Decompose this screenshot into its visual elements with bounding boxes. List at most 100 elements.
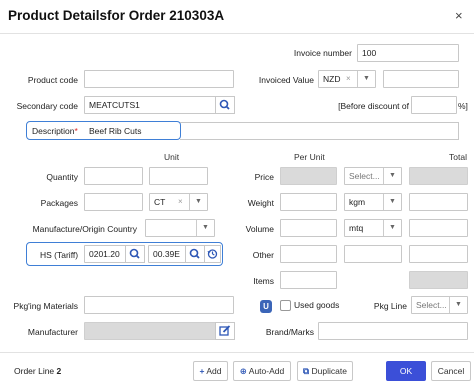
currency-select[interactable]: NZD × ▼ [318,70,376,88]
manufacture-origin-label: Manufacture/Origin Country [32,224,137,234]
unit-column-header: Unit [164,152,180,162]
items-total [409,271,468,289]
hs-code-search-button[interactable] [125,245,145,263]
manufacturer-input [84,322,216,340]
pkging-materials-input[interactable] [84,296,234,314]
packages-unit-value: CT [154,197,166,207]
items-label: Items [253,276,274,286]
invoice-number-label: Invoice number [293,48,352,58]
add-button-label: Add [206,366,222,376]
order-line-label: Order Line [14,366,55,376]
invoiced-value-label: Invoiced Value [258,75,314,85]
items-input[interactable] [280,271,337,289]
volume-label: Volume [245,224,274,234]
discount-input[interactable] [411,96,457,114]
auto-add-button[interactable]: ⊕ Auto-Add [233,361,291,381]
search-icon [129,248,140,259]
per-unit-column-header: Per Unit [294,152,325,162]
weight-label: Weight [247,198,274,208]
weight-unit-select[interactable]: kgm ▼ [344,193,402,211]
description-label: Description* [32,126,78,136]
chevron-down-icon[interactable]: ▼ [196,220,214,236]
brand-marks-input[interactable] [318,322,468,340]
hs-code-input[interactable]: 0201.20 [84,245,126,263]
volume-total[interactable] [409,219,468,237]
chevron-down-icon[interactable]: ▼ [357,71,375,87]
pkging-materials-label: Pkg'ing Materials [13,301,78,311]
product-code-input[interactable] [84,70,234,88]
description-label-text: Description [32,126,75,136]
add-button[interactable]: + Add [193,361,228,381]
packages-unit-select[interactable]: CT × ▼ [149,193,208,211]
used-goods-checkbox[interactable] [280,300,291,311]
chevron-down-icon[interactable]: ▼ [383,194,401,210]
discount-label: [Before discount of [338,101,409,111]
plus-icon: + [199,366,205,376]
quantity-label: Quantity [46,172,78,182]
plus-circle-icon: ⊕ [239,366,247,376]
secondary-code-input[interactable]: MEATCUTS1 [84,96,216,114]
pkg-line-label: Pkg Line [373,301,407,311]
discount-suffix: %] [458,101,468,111]
other-input[interactable] [280,245,337,263]
chevron-down-icon[interactable]: ▼ [383,168,401,184]
used-goods-label: Used goods [294,300,340,310]
pkg-line-select[interactable]: Select... ▼ [411,296,468,314]
other-unit-input[interactable] [344,245,402,263]
currency-value: NZD [323,74,341,84]
manufacturer-edit-button[interactable] [215,322,235,340]
total-column-header: Total [449,152,467,162]
hs-tariff-label: HS (Tariff) [40,250,79,260]
clear-currency-icon[interactable]: × [346,71,351,87]
invoiced-value-input[interactable] [383,70,459,88]
duplicate-button[interactable]: ⧉ Duplicate [297,361,353,381]
secondary-code-search-button[interactable] [215,96,235,114]
weight-input[interactable] [280,193,337,211]
history-icon [207,249,218,259]
hs-history-button[interactable] [204,245,221,263]
close-icon[interactable]: × [455,8,463,23]
secondary-code-label: Secondary code [16,101,78,111]
chevron-down-icon[interactable]: ▼ [383,220,401,236]
weight-unit-value: kgm [349,197,366,207]
brand-marks-label: Brand/Marks [265,327,314,337]
volume-input[interactable] [280,219,337,237]
price-select-placeholder: Select... [349,171,380,181]
order-line-number: 2 [56,366,62,376]
ok-button[interactable]: OK [386,361,426,381]
hs-statistical-search-button[interactable] [185,245,205,263]
chevron-down-icon[interactable]: ▼ [189,194,207,210]
other-total[interactable] [409,245,468,263]
dialog-title: Product Detailsfor Order 210303A [8,8,225,23]
auto-add-button-label: Auto-Add [248,366,285,376]
price-input [280,167,337,185]
order-line-indicator: Order Line 2 [14,366,61,376]
price-currency-select[interactable]: Select... ▼ [344,167,402,185]
volume-unit-value: mtq [349,223,364,233]
chevron-down-icon[interactable]: ▼ [449,297,467,313]
duplicate-button-label: Duplicate [311,366,347,376]
copy-icon: ⧉ [303,366,310,376]
price-total [409,167,468,185]
manufacturer-label: Manufacturer [27,327,78,337]
product-code-label: Product code [27,75,78,85]
cancel-button[interactable]: Cancel [431,361,471,381]
quantity-input[interactable] [84,167,143,185]
pkg-line-placeholder: Select... [416,300,447,310]
search-icon [189,248,200,259]
packages-label: Packages [40,198,78,208]
origin-country-select[interactable]: ▼ [145,219,215,237]
clear-unit-icon[interactable]: × [178,194,183,210]
hs-statistical-code-input[interactable]: 00.39E [148,245,186,263]
other-label: Other [252,250,274,260]
search-icon [219,99,230,110]
weight-total[interactable] [409,193,468,211]
used-goods-badge: U [260,300,272,313]
description-input-extension[interactable] [180,122,459,140]
packages-input[interactable] [84,193,143,211]
volume-unit-select[interactable]: mtq ▼ [344,219,402,237]
required-marker: * [74,126,78,136]
quantity-unit-input[interactable] [149,167,208,185]
price-label: Price [254,172,274,182]
invoice-number-input[interactable]: 100 [357,44,459,62]
